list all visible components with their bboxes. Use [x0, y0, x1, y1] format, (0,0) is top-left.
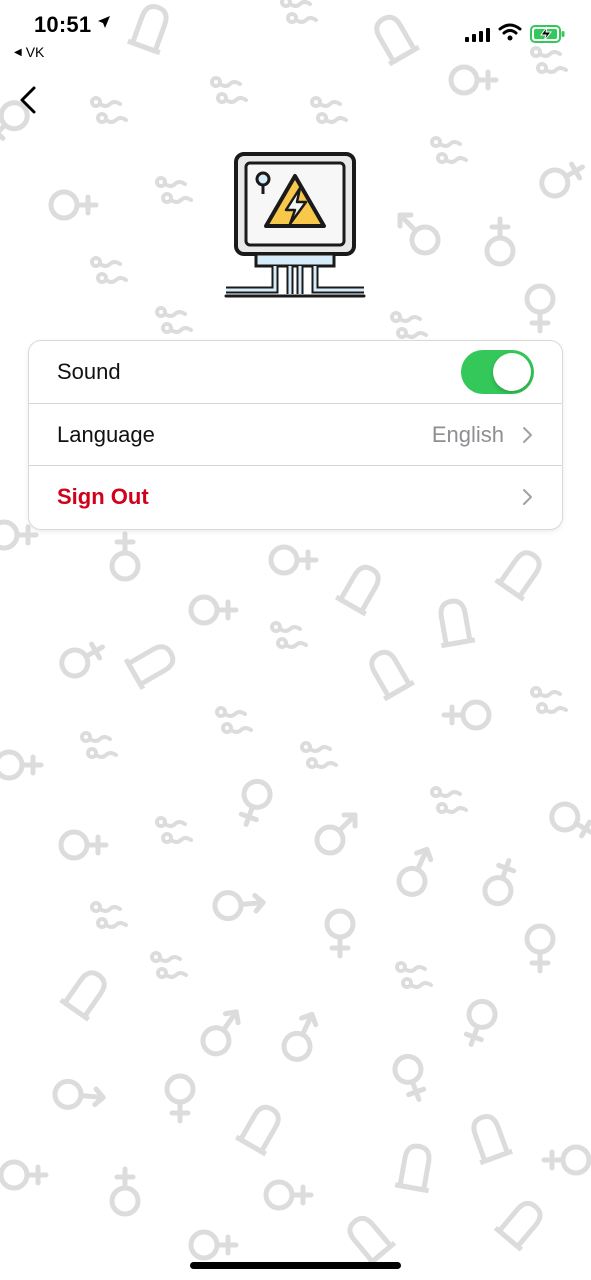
setting-label-sign-out: Sign Out [57, 483, 149, 509]
back-app-label: VK [25, 44, 45, 60]
chevron-right-icon [523, 427, 532, 443]
battery-charging-icon [530, 25, 565, 43]
toggle-knob [493, 353, 531, 391]
language-value: English [431, 422, 504, 447]
setting-row-sound: Sound [29, 341, 562, 403]
location-arrow-icon [98, 16, 110, 28]
electrical-panel-warning-icon [224, 152, 366, 298]
home-indicator[interactable] [190, 1262, 401, 1269]
setting-row-language[interactable]: Language English [29, 403, 562, 465]
sound-toggle[interactable] [461, 350, 534, 394]
back-to-app[interactable]: ◀ VK [14, 44, 44, 60]
cellular-signal-icon [465, 26, 490, 42]
status-bar: 10:51 ◀ VK [0, 0, 591, 70]
back-chevron-icon[interactable] [12, 80, 52, 120]
setting-row-sign-out[interactable]: Sign Out [29, 465, 562, 527]
setting-label-sound: Sound [57, 359, 121, 384]
status-time: 10:51 [34, 12, 92, 37]
back-triangle-icon: ◀ [14, 46, 22, 58]
settings-card: Sound Language English Sign Out [29, 341, 562, 529]
setting-label-language: Language [57, 421, 155, 447]
wifi-icon [498, 23, 522, 41]
chevron-right-icon [523, 489, 532, 505]
